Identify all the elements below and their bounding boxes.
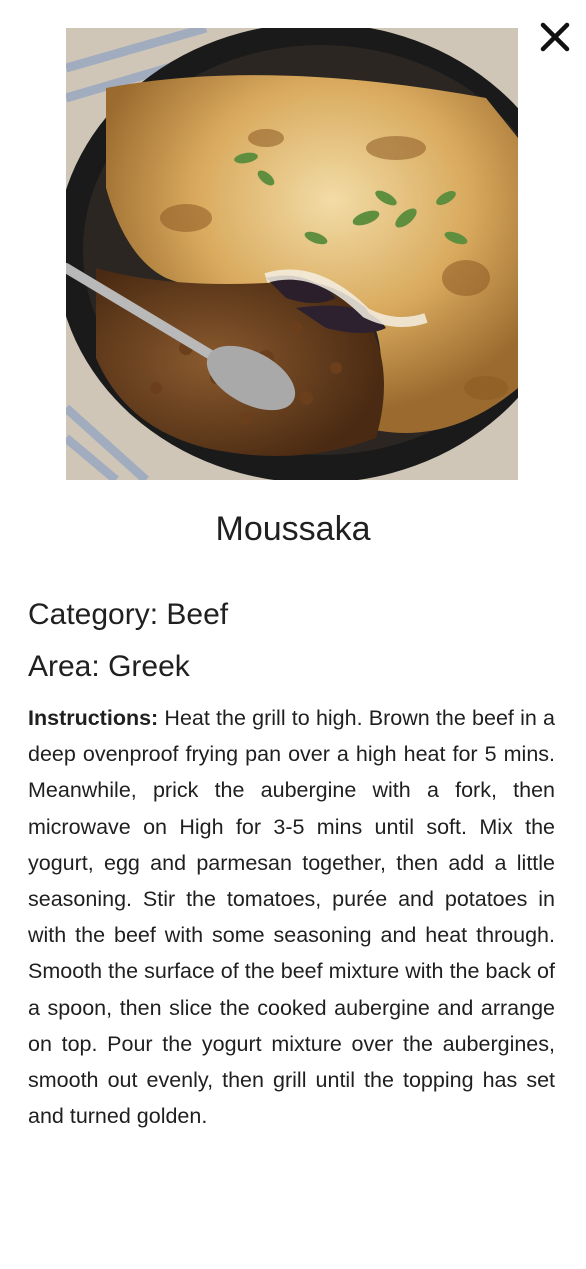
close-icon [540,22,570,52]
close-button[interactable] [536,18,574,56]
meal-area: Area: Greek [28,650,555,684]
meal-instructions: Instructions: Heat the grill to high. Br… [28,700,555,1134]
category-label: Category: [28,598,159,631]
instructions-label: Instructions: [28,706,159,730]
meal-category: Category: Beef [28,598,555,632]
category-value: Beef [166,598,229,631]
meal-image [66,28,518,480]
meal-title: Moussaka [215,510,371,548]
area-value: Greek [108,650,190,683]
instructions-text: Heat the grill to high. Brown the beef i… [28,706,555,1129]
area-label: Area: [28,650,100,683]
